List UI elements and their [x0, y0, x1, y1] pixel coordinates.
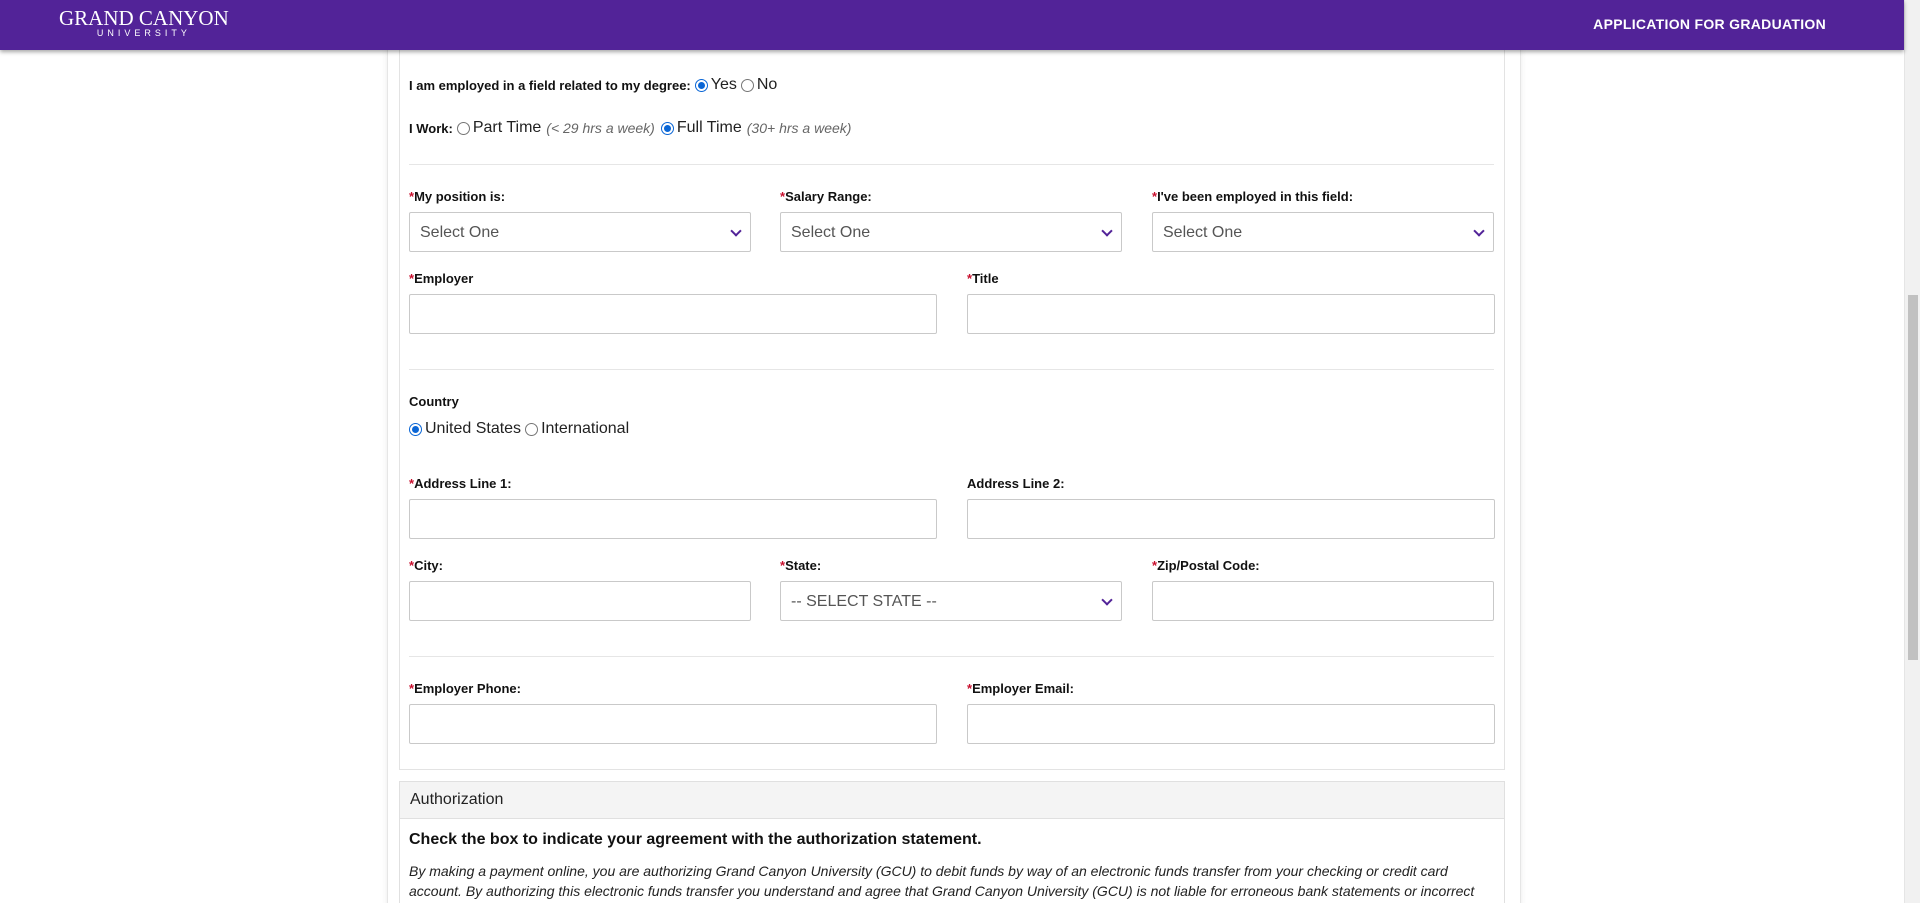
country-label: Country [409, 394, 459, 409]
state-select-value: -- SELECT STATE -- [791, 593, 937, 610]
related-field-label: I am employed in a field related to my d… [409, 77, 691, 93]
employer-phone-label: *Employer Phone: [409, 681, 521, 696]
country-us-radio[interactable] [409, 422, 422, 436]
full-time-label[interactable]: Full Time [677, 119, 742, 137]
address-line2-label: Address Line 2: [967, 476, 1065, 491]
address-line2-input[interactable] [967, 499, 1495, 539]
country-us-label[interactable]: United States [425, 420, 521, 438]
part-time-radio[interactable] [456, 121, 470, 135]
part-time-label[interactable]: Part Time [473, 119, 541, 137]
authorization-instruction: Check the box to indicate your agreement… [409, 831, 982, 848]
employer-label: *Employer [409, 271, 474, 286]
divider [409, 656, 1494, 657]
city-input[interactable] [409, 581, 751, 621]
zip-label: *Zip/Postal Code: [1152, 558, 1260, 573]
chevron-down-icon [1101, 594, 1113, 606]
chevron-down-icon [730, 225, 742, 237]
chevron-down-icon [1473, 225, 1485, 237]
title-label: *Title [967, 271, 999, 286]
zip-input[interactable] [1152, 581, 1494, 621]
address-line1-input[interactable] [409, 499, 937, 539]
related-no-label[interactable]: No [757, 76, 777, 94]
divider [409, 164, 1494, 165]
part-time-hint: (< 29 hrs a week) [546, 120, 655, 136]
employer-phone-input[interactable] [409, 704, 937, 744]
position-select[interactable]: Select One [409, 212, 751, 252]
work-hours-label: I Work: [409, 120, 453, 136]
country-options: United States International [405, 420, 629, 438]
title-input[interactable] [967, 294, 1495, 334]
state-label: *State: [780, 558, 822, 573]
full-time-hint: (30+ hrs a week) [746, 120, 852, 136]
employment-section [399, 30, 1505, 770]
employer-email-input[interactable] [967, 704, 1495, 744]
tenure-select-value: Select One [1163, 224, 1243, 241]
city-label: *City: [409, 558, 443, 573]
authorization-statement: By making a payment online, you are auth… [409, 863, 1475, 899]
vertical-scrollbar[interactable] [1904, 0, 1920, 903]
chevron-down-icon [1101, 225, 1113, 237]
gcu-logo[interactable]: GRAND CANYON UNIVERSITY [59, 6, 229, 39]
country-intl-label[interactable]: International [541, 420, 629, 438]
address-line1-label: *Address Line 1: [409, 476, 512, 491]
top-navigation-bar: GRAND CANYON UNIVERSITY APPLICATION FOR … [0, 0, 1904, 50]
tenure-select[interactable]: Select One [1152, 212, 1494, 252]
position-label: *My position is: [409, 189, 506, 204]
application-title: APPLICATION FOR GRADUATION [1593, 16, 1826, 32]
related-yes-radio[interactable] [694, 78, 708, 92]
work-hours-question: I Work: Part Time (< 29 hrs a week) Full… [409, 119, 853, 137]
divider [409, 369, 1494, 370]
full-time-radio[interactable] [660, 121, 674, 135]
authorization-heading: Authorization [399, 781, 1505, 819]
logo-main-text: GRAND CANYON [59, 6, 229, 30]
salary-select[interactable]: Select One [780, 212, 1122, 252]
related-field-question: I am employed in a field related to my d… [409, 76, 777, 94]
related-no-radio[interactable] [740, 78, 754, 92]
employer-input[interactable] [409, 294, 937, 334]
tenure-label: *I've been employed in this field: [1152, 189, 1354, 204]
salary-select-value: Select One [791, 224, 871, 241]
country-intl-radio[interactable] [525, 422, 539, 436]
position-select-value: Select One [420, 224, 500, 241]
salary-label: *Salary Range: [780, 189, 872, 204]
employer-email-label: *Employer Email: [967, 681, 1074, 696]
scrollbar-thumb[interactable] [1908, 295, 1918, 660]
state-select[interactable]: -- SELECT STATE -- [780, 581, 1122, 621]
related-yes-label[interactable]: Yes [711, 76, 737, 94]
